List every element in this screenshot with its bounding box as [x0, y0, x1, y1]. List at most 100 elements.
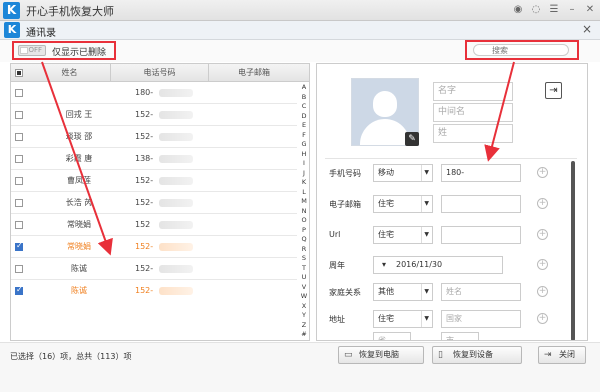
table-row[interactable]: 常晓娟 152- — [11, 236, 297, 258]
header-email[interactable]: 电子邮箱 — [209, 64, 299, 82]
index-letter[interactable]: B — [299, 93, 309, 101]
panel-logo-icon: K — [4, 22, 20, 38]
first-name-field[interactable]: 名字 — [433, 82, 513, 101]
row-checkbox[interactable] — [15, 177, 23, 185]
index-letter[interactable]: Q — [299, 236, 309, 243]
index-letter[interactable]: G — [299, 141, 309, 148]
toolbar: OFF 仅显示已删除 ⌕ — [0, 40, 600, 62]
row-checkbox[interactable] — [15, 285, 23, 295]
index-letter[interactable]: V — [299, 283, 309, 291]
add-email-icon[interactable]: + — [537, 198, 548, 209]
select-all-checkbox[interactable] — [15, 69, 23, 77]
toggle-text: OFF — [28, 46, 42, 54]
row-checkbox[interactable] — [15, 133, 23, 141]
table-row[interactable]: 陈诚 152- — [11, 280, 297, 302]
family-type-select[interactable]: 其他 — [373, 283, 433, 301]
table-row[interactable]: 回戎 王 152- — [11, 104, 297, 126]
index-letter[interactable]: X — [299, 302, 309, 310]
table-row[interactable]: 曹凤莲 152- — [11, 170, 297, 192]
header-phone[interactable]: 电话号码 — [111, 64, 209, 82]
table-row[interactable]: 琰琰 邵 152- — [11, 126, 297, 148]
index-letter[interactable]: S — [299, 255, 309, 262]
row-checkbox[interactable] — [15, 89, 23, 97]
country-input[interactable]: 国家 — [441, 310, 521, 328]
city-input[interactable]: 市 — [441, 332, 479, 340]
header-name[interactable]: 姓名 — [29, 64, 111, 82]
add-phone-icon[interactable]: + — [537, 167, 548, 178]
minimize-icon[interactable]: – — [566, 3, 578, 17]
last-name-field[interactable]: 姓 — [433, 124, 513, 143]
row-checkbox[interactable] — [15, 241, 23, 251]
phone-input[interactable]: 180- — [441, 164, 521, 182]
table-row[interactable]: 常晓娟 152 — [11, 214, 297, 236]
close-button[interactable]: ⇥ 关闭 — [538, 346, 586, 364]
index-letter[interactable]: O — [299, 217, 309, 224]
search-input[interactable] — [473, 44, 569, 56]
row-checkbox[interactable] — [15, 111, 23, 119]
table-row[interactable]: 长浩 芮 152- — [11, 192, 297, 214]
family-name-input[interactable]: 姓名 — [441, 283, 521, 301]
phone-blur — [159, 199, 193, 207]
index-letter[interactable]: P — [299, 226, 309, 234]
index-letter[interactable]: L — [299, 188, 309, 196]
address-type-select[interactable]: 住宅 — [373, 310, 433, 328]
middle-name-field[interactable]: 中间名 — [433, 103, 513, 122]
restore-to-device-button[interactable]: ▯ 恢复到设备 — [432, 346, 522, 364]
phone-type-select[interactable]: 移动 — [373, 164, 433, 182]
table-row[interactable]: 陈诚 152- — [11, 258, 297, 280]
index-letter[interactable]: H — [299, 150, 309, 158]
index-letter[interactable]: F — [299, 131, 309, 139]
row-checkbox[interactable] — [15, 199, 23, 207]
close-icon[interactable]: ✕ — [584, 3, 596, 17]
add-url-icon[interactable]: + — [537, 229, 548, 240]
search-box: ⌕ — [465, 40, 579, 60]
index-letter[interactable]: Z — [299, 321, 309, 329]
panel-close-icon[interactable]: × — [582, 22, 592, 36]
chat-icon[interactable]: ◌ — [530, 3, 542, 17]
anniversary-label: 周年 — [329, 261, 345, 270]
restore-to-pc-button[interactable]: ▭ 恢复到电脑 — [338, 346, 424, 364]
index-letter[interactable]: R — [299, 245, 309, 253]
index-letter[interactable]: W — [299, 293, 309, 300]
row-checkbox[interactable] — [15, 265, 23, 273]
email-label: 电子邮箱 — [329, 200, 361, 209]
index-letter[interactable]: # — [299, 331, 309, 338]
index-letter[interactable]: N — [299, 207, 309, 215]
anniversary-date[interactable]: 2016/11/30 — [373, 256, 503, 274]
email-input[interactable] — [441, 195, 521, 213]
index-letter[interactable]: D — [299, 112, 309, 120]
menu-icon[interactable]: ☰ — [548, 3, 560, 17]
url-input[interactable] — [441, 226, 521, 244]
row-checkbox[interactable] — [15, 155, 23, 163]
index-letter[interactable]: Y — [299, 312, 309, 319]
wechat-icon[interactable]: ◉ — [512, 3, 524, 17]
index-letter[interactable]: U — [299, 274, 309, 281]
email-type-select[interactable]: 住宅 — [373, 195, 433, 213]
index-letter[interactable]: M — [299, 198, 309, 205]
province-input[interactable]: 省 — [373, 332, 411, 340]
phone-blur — [159, 133, 193, 141]
panel-title: 通讯录 — [26, 28, 56, 39]
add-family-icon[interactable]: + — [537, 286, 548, 297]
add-date-icon[interactable]: + — [537, 259, 548, 270]
table-row[interactable]: 彩霞 唐 138- — [11, 148, 297, 170]
url-type-select[interactable]: 住宅 — [373, 226, 433, 244]
index-letter[interactable]: I — [299, 160, 309, 167]
import-icon[interactable]: ⇥ — [545, 82, 562, 99]
index-letter[interactable]: J — [299, 169, 309, 177]
deleted-only-toggle[interactable]: OFF — [18, 45, 46, 56]
index-letter[interactable]: K — [299, 179, 309, 186]
phone-blur — [159, 89, 193, 97]
restore-to-device-label: 恢复到设备 — [453, 350, 493, 359]
toggle-knob — [20, 47, 28, 54]
index-letter[interactable]: C — [299, 103, 309, 110]
index-letter[interactable]: T — [299, 264, 309, 272]
edit-avatar-icon[interactable]: ✎ — [405, 132, 419, 146]
phone-blur — [159, 155, 193, 163]
add-address-icon[interactable]: + — [537, 313, 548, 324]
row-checkbox[interactable] — [15, 221, 23, 229]
index-letter[interactable]: A — [299, 84, 309, 91]
detail-scrollbar[interactable] — [571, 161, 575, 340]
index-letter[interactable]: E — [299, 122, 309, 129]
table-row[interactable]: 180- — [11, 82, 297, 104]
